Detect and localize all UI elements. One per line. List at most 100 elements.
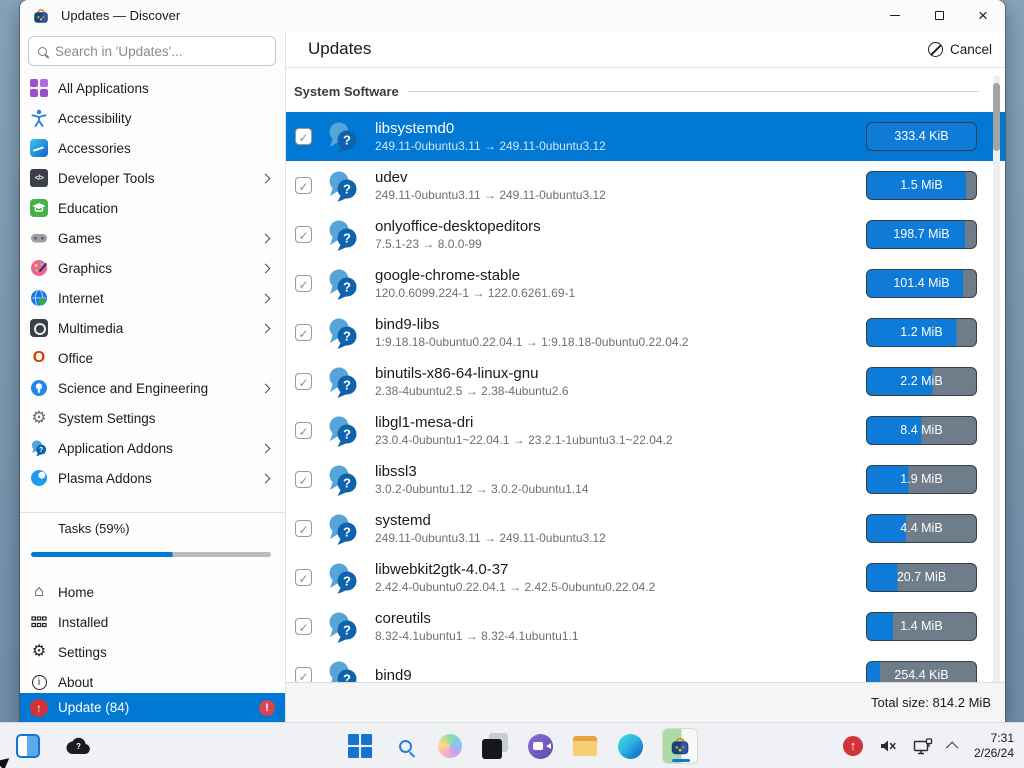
download-size-badge[interactable]: 1.9 MiB bbox=[866, 465, 977, 494]
cancel-button[interactable]: Cancel bbox=[928, 42, 992, 57]
sidebar-item-home[interactable]: ⌂ Home bbox=[20, 577, 285, 607]
tray-update-icon[interactable]: ↑ bbox=[843, 736, 863, 756]
download-size-badge[interactable]: 198.7 MiB bbox=[866, 220, 977, 249]
download-size-badge[interactable]: 20.7 MiB bbox=[866, 563, 977, 592]
minimize-button[interactable] bbox=[873, 0, 917, 31]
active-app-indicator bbox=[672, 759, 690, 762]
update-row-onlyoffice-desktopeditors[interactable]: onlyoffice-desktopeditors 7.5.1-23 → 8.0… bbox=[286, 210, 1005, 259]
sidebar-item-settings[interactable]: ⚙ Settings bbox=[20, 637, 285, 667]
checkbox-checked[interactable] bbox=[295, 667, 312, 682]
update-icon: ↑ bbox=[30, 699, 48, 717]
download-size-badge[interactable]: 8.4 MiB bbox=[866, 416, 977, 445]
checkbox-checked[interactable] bbox=[295, 177, 312, 194]
update-row-google-chrome-stable[interactable]: google-chrome-stable 120.0.6099.224-1 → … bbox=[286, 259, 1005, 308]
dark-app-icon bbox=[482, 733, 508, 759]
package-versions: 249.11-0ubuntu3.11 → 249.11-0ubuntu3.12 bbox=[375, 530, 866, 546]
checkbox-checked[interactable] bbox=[295, 226, 312, 243]
sidebar-item-system-settings[interactable]: ⚙ System Settings bbox=[20, 403, 285, 433]
tasks-progress-bar bbox=[31, 552, 271, 557]
update-row-libgl1-mesa-dri[interactable]: libgl1-mesa-dri 23.0.4-0ubuntu1~22.04.1 … bbox=[286, 406, 1005, 455]
tray-expand-icon[interactable] bbox=[946, 741, 959, 754]
taskbar-clock[interactable]: 7:31 2/26/24 bbox=[974, 731, 1014, 761]
sidebar-item-office[interactable]: O Office bbox=[20, 343, 285, 373]
download-size-badge[interactable]: 2.2 MiB bbox=[866, 367, 977, 396]
update-label: Update (84) bbox=[58, 700, 259, 715]
sidebar-item-update[interactable]: ↑ Update (84) ! bbox=[20, 693, 285, 722]
sidebar-item-accessibility[interactable]: Accessibility bbox=[20, 103, 285, 133]
science-icon bbox=[30, 379, 48, 397]
sidebar-item-science-and-engineering[interactable]: Science and Engineering bbox=[20, 373, 285, 403]
accessibility-icon bbox=[30, 109, 48, 127]
developer-tools-icon: </> bbox=[30, 169, 48, 187]
package-icon bbox=[326, 463, 360, 497]
checkbox-checked[interactable] bbox=[295, 520, 312, 537]
footer-bar: Total size: 814.2 MiB bbox=[286, 682, 1005, 722]
download-size-badge[interactable]: 4.4 MiB bbox=[866, 514, 977, 543]
widgets-icon[interactable] bbox=[16, 734, 40, 758]
category-label: Accessories bbox=[58, 141, 273, 156]
sidebar-item-graphics[interactable]: Graphics bbox=[20, 253, 285, 283]
maximize-button[interactable] bbox=[917, 0, 961, 31]
sidebar-item-installed[interactable]: Installed bbox=[20, 607, 285, 637]
download-size-badge[interactable]: 1.2 MiB bbox=[866, 318, 977, 347]
scrollbar-thumb[interactable] bbox=[993, 83, 1000, 151]
sidebar-item-internet[interactable]: Internet bbox=[20, 283, 285, 313]
checkbox-checked[interactable] bbox=[295, 128, 312, 145]
checkbox-checked[interactable] bbox=[295, 422, 312, 439]
update-row-systemd[interactable]: systemd 249.11-0ubuntu3.11 → 249.11-0ubu… bbox=[286, 504, 1005, 553]
package-icon bbox=[326, 316, 360, 350]
search-icon bbox=[38, 47, 47, 56]
checkbox-checked[interactable] bbox=[295, 275, 312, 292]
sidebar-item-developer-tools[interactable]: </> Developer Tools bbox=[20, 163, 285, 193]
file-explorer-button[interactable] bbox=[572, 733, 598, 759]
sidebar-item-multimedia[interactable]: Multimedia bbox=[20, 313, 285, 343]
download-size-badge[interactable]: 101.4 MiB bbox=[866, 269, 977, 298]
download-size-badge[interactable]: 1.5 MiB bbox=[866, 171, 977, 200]
download-size-badge[interactable]: 254.4 KiB bbox=[866, 661, 977, 682]
sidebar-item-application-addons[interactable]: Application Addons bbox=[20, 433, 285, 463]
search-input[interactable] bbox=[55, 44, 266, 59]
chevron-right-icon bbox=[261, 473, 271, 483]
chevron-right-icon bbox=[261, 233, 271, 243]
checkbox-checked[interactable] bbox=[295, 324, 312, 341]
update-row-libsystemd0[interactable]: libsystemd0 249.11-0ubuntu3.11 → 249.11-… bbox=[286, 112, 1005, 161]
download-size-badge[interactable]: 333.4 KiB bbox=[866, 122, 977, 151]
taskbar-search-button[interactable] bbox=[392, 733, 418, 759]
chat-button[interactable] bbox=[527, 733, 553, 759]
checkbox-checked[interactable] bbox=[295, 618, 312, 635]
checkbox-checked[interactable] bbox=[295, 373, 312, 390]
all-applications-icon bbox=[30, 79, 48, 97]
sidebar-item-education[interactable]: Education bbox=[20, 193, 285, 223]
weather-cloud-icon[interactable]: ? bbox=[66, 735, 92, 757]
start-button[interactable] bbox=[347, 733, 373, 759]
dark-app-button[interactable] bbox=[482, 733, 508, 759]
package-versions: 8.32-4.1ubuntu1 → 8.32-4.1ubuntu1.1 bbox=[375, 628, 866, 644]
category-list: All Applications Accessibility Accessori… bbox=[20, 73, 285, 493]
checkbox-checked[interactable] bbox=[295, 471, 312, 488]
edge-icon bbox=[618, 734, 643, 759]
discover-taskbar-button[interactable] bbox=[662, 728, 698, 764]
volume-muted-icon[interactable] bbox=[879, 738, 897, 754]
update-row-bind9[interactable]: bind9 254.4 KiB bbox=[286, 651, 1005, 682]
download-size-badge[interactable]: 1.4 MiB bbox=[866, 612, 977, 641]
sidebar-item-plasma-addons[interactable]: Plasma Addons bbox=[20, 463, 285, 493]
update-row-libssl3[interactable]: libssl3 3.0.2-0ubuntu1.12 → 3.0.2-0ubunt… bbox=[286, 455, 1005, 504]
discover-app-icon bbox=[669, 735, 691, 757]
close-button[interactable]: × bbox=[961, 0, 1005, 31]
copilot-button[interactable] bbox=[437, 733, 463, 759]
category-label: Application Addons bbox=[58, 441, 262, 456]
search-field[interactable] bbox=[28, 36, 276, 66]
scrollbar[interactable] bbox=[993, 75, 1000, 716]
update-row-binutils-x86-64-linux-gnu[interactable]: binutils-x86-64-linux-gnu 2.38-4ubuntu2.… bbox=[286, 357, 1005, 406]
checkbox-checked[interactable] bbox=[295, 569, 312, 586]
alert-badge-icon: ! bbox=[259, 700, 275, 716]
update-row-udev[interactable]: udev 249.11-0ubuntu3.11 → 249.11-0ubuntu… bbox=[286, 161, 1005, 210]
update-row-coreutils[interactable]: coreutils 8.32-4.1ubuntu1 → 8.32-4.1ubun… bbox=[286, 602, 1005, 651]
network-icon[interactable] bbox=[913, 738, 933, 755]
sidebar-item-all-applications[interactable]: All Applications bbox=[20, 73, 285, 103]
sidebar-item-accessories[interactable]: Accessories bbox=[20, 133, 285, 163]
update-row-libwebkit2gtk-4-0-37[interactable]: libwebkit2gtk-4.0-37 2.42.4-0ubuntu0.22.… bbox=[286, 553, 1005, 602]
edge-button[interactable] bbox=[617, 733, 643, 759]
sidebar-item-games[interactable]: Games bbox=[20, 223, 285, 253]
update-row-bind9-libs[interactable]: bind9-libs 1:9.18.18-0ubuntu0.22.04.1 → … bbox=[286, 308, 1005, 357]
